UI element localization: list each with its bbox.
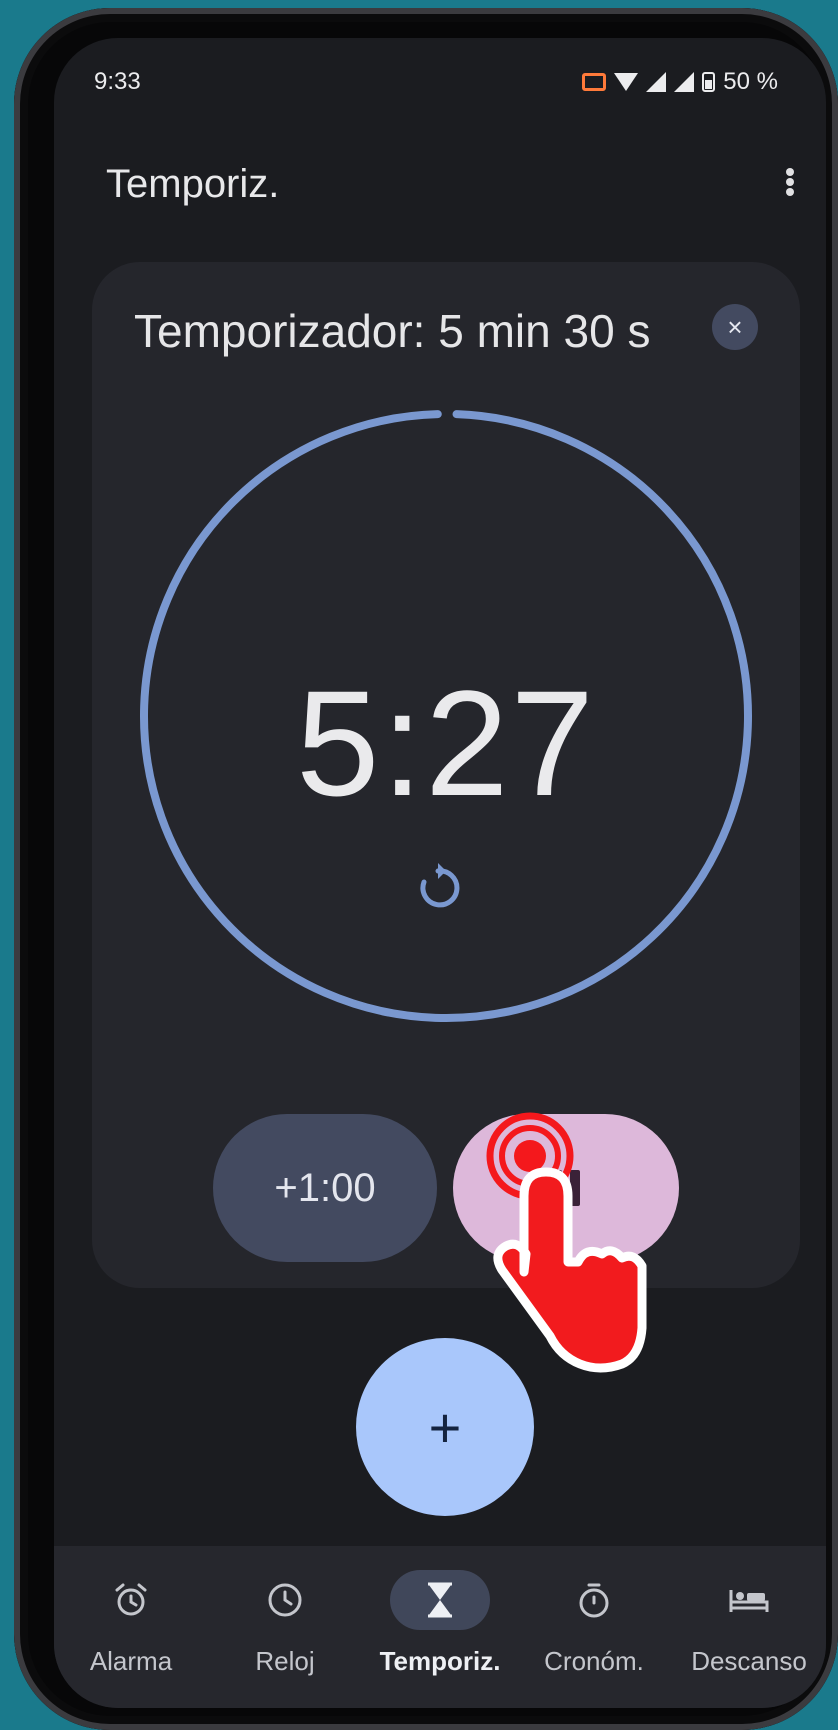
timer-label: Temporizador: 5 min 30 s	[134, 305, 651, 357]
battery-percent: 50 %	[723, 68, 778, 95]
page-title: Temporiz.	[106, 162, 280, 206]
nav-label: Cronóm.	[544, 1646, 644, 1676]
stopwatch-icon	[579, 1583, 609, 1618]
wifi-icon	[614, 73, 639, 91]
reset-icon[interactable]	[410, 860, 466, 916]
time-remaining: 5:27	[296, 659, 596, 827]
nav-item-cronom[interactable]: Cronóm.	[517, 1546, 671, 1708]
nav-label: Descanso	[691, 1646, 807, 1676]
alarm-icon	[115, 1583, 147, 1616]
nav-item-alarma[interactable]: Alarma	[54, 1546, 208, 1708]
add-minute-button[interactable]: +1:00	[213, 1114, 437, 1262]
hourglass-icon	[428, 1582, 452, 1618]
status-icons: 50 %	[582, 68, 778, 96]
more-vert-icon[interactable]	[778, 162, 802, 202]
nav-item-temporiz[interactable]: Temporiz.	[363, 1546, 517, 1708]
hand-pointer-icon	[493, 1167, 647, 1373]
nav-label: Alarma	[89, 1646, 173, 1676]
clock-icon	[268, 1583, 302, 1617]
close-timer-button[interactable]: ×	[712, 304, 758, 350]
battery-icon	[702, 72, 716, 92]
status-bar: 9:33 50 %	[54, 38, 826, 128]
bed-icon	[729, 1590, 769, 1612]
status-time: 9:33	[94, 68, 141, 95]
timer-card: Temporizador: 5 min 30 s × 5:27 +1:00	[92, 262, 800, 1288]
nav-item-reloj[interactable]: Reloj	[208, 1546, 362, 1708]
phone-frame: 9:33 50 % Temporiz. Temporizador: 5 min …	[14, 8, 838, 1730]
bottom-nav: Alarma Reloj Temporiz. Cronóm. Descanso	[54, 1546, 826, 1708]
nav-label: Reloj	[255, 1646, 315, 1676]
nav-item-descanso[interactable]: Descanso	[672, 1546, 826, 1708]
signal-roaming-icon	[674, 72, 695, 92]
nav-label: Temporiz.	[379, 1646, 501, 1676]
signal-icon	[646, 72, 667, 92]
cast-icon	[582, 73, 607, 91]
phone-screen: 9:33 50 % Temporiz. Temporizador: 5 min …	[54, 38, 826, 1708]
